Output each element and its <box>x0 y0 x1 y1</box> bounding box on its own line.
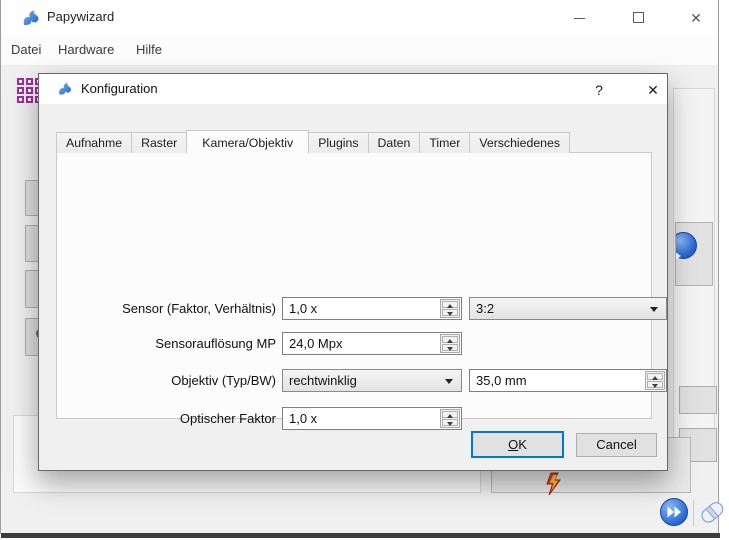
dialog-titlebar: Konfiguration ? ✕ <box>39 74 667 104</box>
brennweite-spinbox[interactable]: 35,0 mm <box>469 369 667 392</box>
sensor-faktor-label: Sensor (Faktor, Verhältnis) <box>77 297 276 320</box>
optischer-faktor-label: Optischer Faktor <box>77 407 276 430</box>
titlebar: Papywizard ✕ <box>1 0 718 35</box>
window-title: Papywizard <box>47 9 114 24</box>
spin-up-button[interactable] <box>647 373 663 380</box>
tab-timer[interactable]: Timer <box>419 132 470 153</box>
sensor-faktor-spinbox[interactable]: 1,0 x <box>282 297 462 320</box>
tab-verschiedenes[interactable]: Verschiedenes <box>469 132 570 153</box>
close-button[interactable]: ✕ <box>683 6 709 30</box>
statusbar-separator <box>693 500 694 526</box>
spin-down-button[interactable] <box>442 419 458 426</box>
spinner-buttons <box>440 409 460 428</box>
window-bottom-edge <box>1 533 720 538</box>
tab-kamera-objektiv[interactable]: Kamera/Objektiv <box>186 130 309 154</box>
fast-forward-status-icon[interactable] <box>659 497 689 527</box>
tab-plugins[interactable]: Plugins <box>308 132 368 153</box>
glove-status-icon[interactable] <box>697 497 727 527</box>
papywizard-logo-icon <box>21 8 41 28</box>
menu-hilfe[interactable]: Hilfe <box>136 42 162 57</box>
spin-down-button[interactable] <box>647 381 663 388</box>
minimize-button[interactable] <box>566 6 592 30</box>
tab-raster[interactable]: Raster <box>131 132 187 153</box>
tabbar: Aufnahme Raster Kamera/Objektiv Plugins … <box>56 129 569 153</box>
dialog-help-button[interactable]: ? <box>587 79 611 101</box>
objektiv-typ-label: Objektiv (Typ/BW) <box>77 369 276 392</box>
dialog-close-button[interactable]: ✕ <box>641 79 665 101</box>
cancel-button[interactable]: Cancel <box>576 433 657 457</box>
dialog-title: Konfiguration <box>81 81 158 96</box>
blue-sphere-icon <box>675 232 697 259</box>
sensoraufloesung-label: Sensorauflösung MP <box>77 332 276 355</box>
connect-button[interactable] <box>675 222 713 286</box>
chevron-down-icon <box>650 307 658 312</box>
spin-up-button[interactable] <box>442 336 458 343</box>
konfiguration-dialog: Konfiguration ? ✕ Aufnahme Raster Kamera… <box>38 73 668 471</box>
spin-down-button[interactable] <box>442 309 458 316</box>
maximize-button[interactable] <box>625 6 651 30</box>
minimize-icon <box>574 18 585 19</box>
tab-aufnahme[interactable]: Aufnahme <box>56 132 132 153</box>
menubar: Datei Hardware Hilfe <box>1 35 718 66</box>
sensor-ratio-combobox[interactable]: 3:2 <box>469 297 667 320</box>
tab-daten[interactable]: Daten <box>368 132 421 153</box>
objektiv-typ-combobox[interactable]: rechtwinklig <box>282 369 462 392</box>
chevron-down-icon <box>445 379 453 384</box>
spin-up-button[interactable] <box>442 411 458 418</box>
sensoraufloesung-spinbox[interactable]: 24,0 Mpx <box>282 332 462 355</box>
spinner-buttons <box>440 299 460 318</box>
spin-down-button[interactable] <box>442 344 458 351</box>
right-button-partial[interactable] <box>679 386 717 414</box>
papywizard-logo-icon <box>57 81 73 97</box>
optischer-faktor-spinbox[interactable]: 1,0 x <box>282 407 462 430</box>
ok-button[interactable]: OK <box>471 431 564 458</box>
spin-up-button[interactable] <box>442 301 458 308</box>
spinner-buttons <box>440 334 460 353</box>
kamera-objektiv-pane: Sensor (Faktor, Verhältnis) 1,0 x 3:2 Se… <box>56 152 652 419</box>
maximize-icon <box>633 12 644 23</box>
statusbar <box>1 493 718 533</box>
menu-hardware[interactable]: Hardware <box>58 42 114 57</box>
spinner-buttons <box>645 371 665 390</box>
close-icon: ✕ <box>690 10 702 26</box>
menu-datei[interactable]: Datei <box>11 42 41 57</box>
